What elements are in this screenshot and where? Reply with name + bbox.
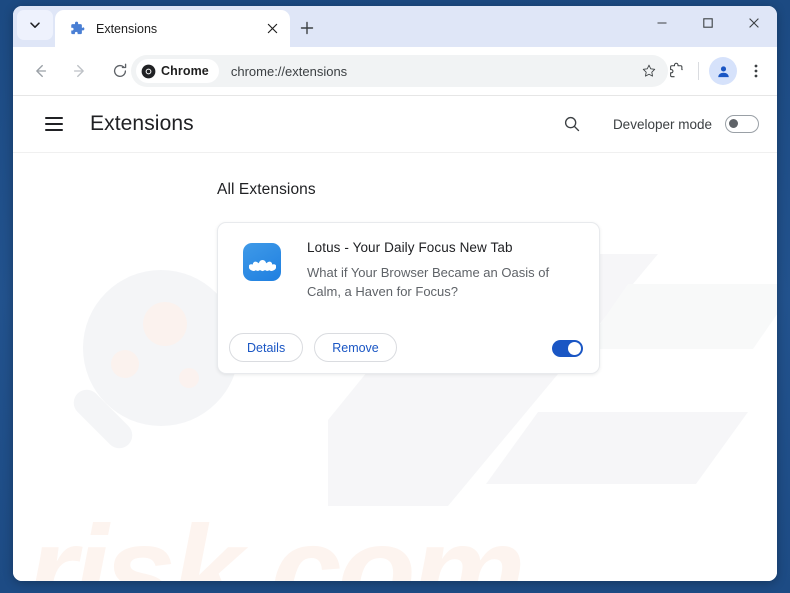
- extensions-page: risk.com Extensions Developer mode All E…: [13, 96, 777, 581]
- chrome-menu-button[interactable]: [741, 56, 771, 86]
- remove-button[interactable]: Remove: [314, 333, 397, 362]
- hamburger-menu-icon[interactable]: [37, 107, 71, 141]
- three-dots-menu-icon: [754, 64, 758, 78]
- extension-icon: [243, 243, 281, 281]
- tab-search-button[interactable]: [17, 10, 53, 40]
- plus-icon: [300, 21, 314, 35]
- maximize-icon: [703, 18, 713, 28]
- tab-strip: Extensions: [13, 6, 777, 47]
- tab-extensions[interactable]: Extensions: [55, 10, 290, 47]
- extensions-button[interactable]: [662, 56, 692, 86]
- star-icon: [642, 64, 656, 77]
- address-bar[interactable]: Chrome chrome://extensions: [131, 55, 668, 87]
- developer-mode-toggle[interactable]: [725, 115, 759, 133]
- extension-name: Lotus - Your Daily Focus New Tab: [307, 240, 513, 255]
- toolbar-divider: [698, 62, 699, 80]
- puzzle-piece-icon: [69, 21, 85, 37]
- extension-enable-toggle[interactable]: [552, 340, 583, 357]
- back-button[interactable]: [25, 56, 55, 86]
- extension-card: Lotus - Your Daily Focus New Tab What if…: [217, 222, 600, 374]
- section-title-all-extensions: All Extensions: [217, 181, 316, 198]
- maximize-button[interactable]: [685, 6, 731, 40]
- extensions-page-header: Extensions Developer mode: [13, 96, 777, 153]
- minimize-icon: [657, 22, 667, 24]
- hamburger-line: [45, 123, 63, 125]
- new-tab-button[interactable]: [293, 14, 321, 42]
- chrome-scheme-chip: Chrome: [136, 59, 219, 83]
- hamburger-line: [45, 129, 63, 131]
- toggle-knob: [729, 119, 738, 128]
- back-arrow-icon: [36, 64, 47, 78]
- page-title: Extensions: [90, 112, 194, 135]
- close-window-button[interactable]: [731, 6, 777, 40]
- extensions-content: All Extensions Lotus - Your Daily Focus …: [13, 153, 777, 374]
- extension-description: What if Your Browser Became an Oasis of …: [307, 265, 550, 299]
- close-icon: [267, 23, 277, 34]
- risk-com-watermark: risk.com: [27, 500, 526, 582]
- chrome-chip-label: Chrome: [161, 64, 209, 78]
- forward-button[interactable]: [65, 56, 95, 86]
- header-right-actions: Developer mode: [556, 96, 759, 152]
- chevron-down-icon: [30, 22, 40, 28]
- search-icon: [564, 116, 580, 132]
- profile-button[interactable]: [709, 57, 737, 85]
- close-icon: [749, 18, 759, 28]
- chrome-logo-icon: [141, 64, 156, 78]
- window-controls: [639, 6, 777, 40]
- extension-text-block: Lotus - Your Daily Focus New Tab What if…: [307, 240, 585, 301]
- browser-window: Extensions Chrome chrome://extensions ri…: [13, 6, 777, 581]
- toggle-knob: [568, 342, 581, 355]
- search-extensions-button[interactable]: [556, 108, 588, 140]
- minimize-button[interactable]: [639, 6, 685, 40]
- extension-card-actions: Details Remove: [229, 333, 397, 362]
- hamburger-line: [45, 117, 63, 119]
- tab-title: Extensions: [96, 21, 158, 36]
- address-bar-url[interactable]: chrome://extensions: [231, 64, 636, 79]
- profile-avatar-icon: [717, 65, 729, 77]
- details-button[interactable]: Details: [229, 333, 304, 362]
- desktop-background: Extensions Chrome chrome://extensions ri…: [0, 0, 790, 593]
- reload-icon: [113, 63, 127, 77]
- browser-toolbar: Chrome chrome://extensions: [13, 47, 777, 96]
- tab-close-button[interactable]: [262, 19, 282, 39]
- forward-arrow-icon: [73, 64, 84, 78]
- extensions-puzzle-icon: [670, 62, 683, 78]
- toolbar-right-actions: [658, 56, 771, 86]
- developer-mode-label: Developer mode: [612, 116, 712, 132]
- lotus-flower-icon: [248, 259, 276, 271]
